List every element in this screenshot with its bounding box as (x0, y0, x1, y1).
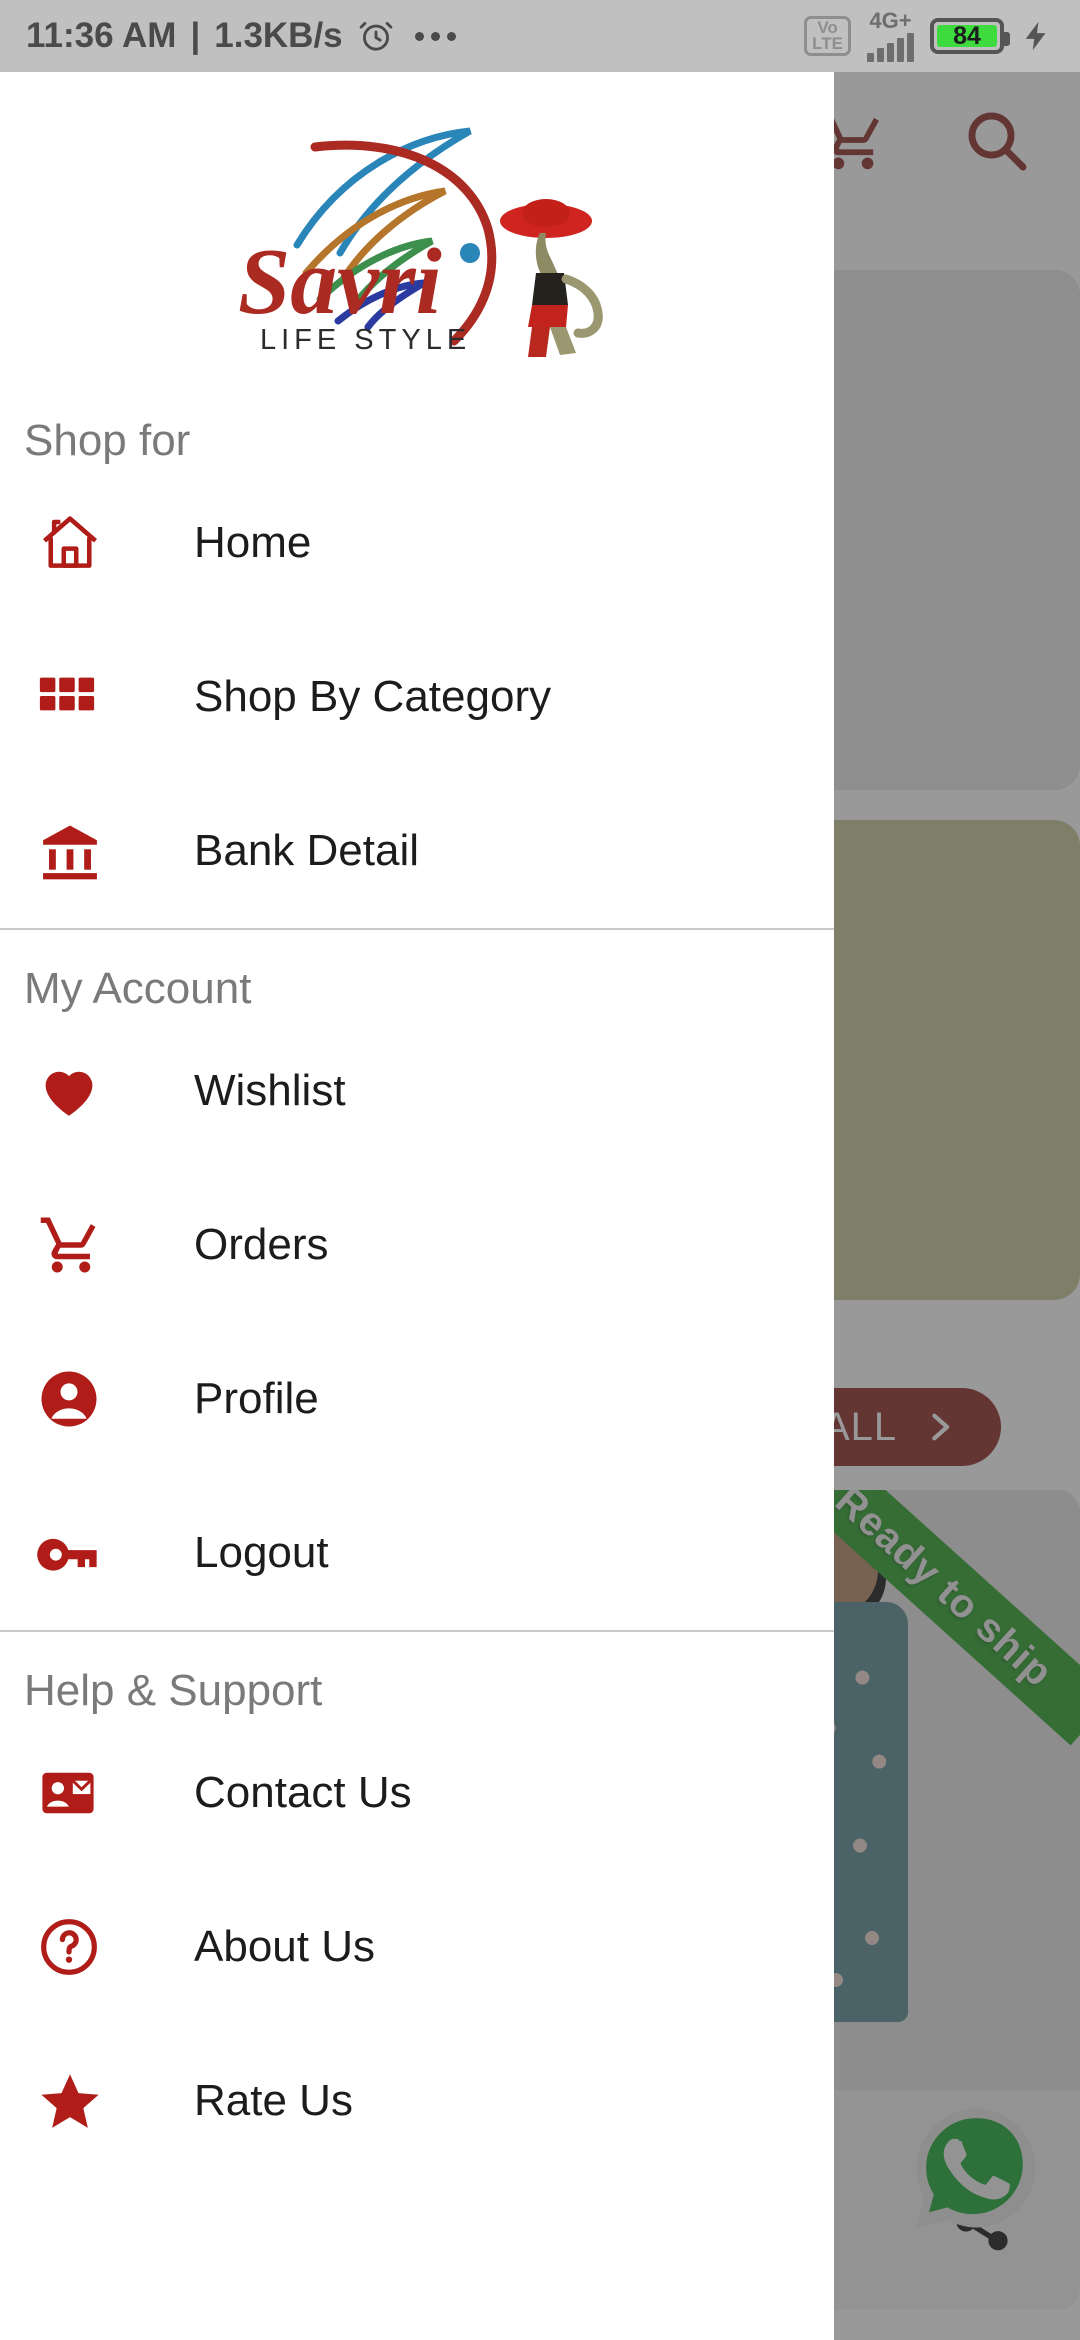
menu-label: Wishlist (194, 1066, 346, 1115)
navigation-drawer: Savri LIFE STYLE Shop for Home Shop By C… (0, 72, 834, 2340)
battery-icon: 84 (930, 18, 1010, 54)
more-dots-icon (414, 31, 456, 41)
network-type-label: 4G+ (869, 8, 912, 33)
menu-item-logout[interactable]: Logout (0, 1476, 834, 1630)
menu-item-wishlist[interactable]: Wishlist (0, 1014, 834, 1168)
menu-label: Bank Detail (194, 826, 420, 875)
network-speed: 1.3KB/s (214, 16, 343, 55)
section-title-help-support: Help & Support (24, 1666, 323, 1715)
alarm-icon (359, 21, 392, 51)
menu-item-rate-us[interactable]: Rate Us (0, 2024, 834, 2178)
svg-text:LIFE STYLE: LIFE STYLE (260, 324, 471, 356)
menu-label: Shop By Category (194, 672, 552, 721)
menu-label: About Us (194, 1922, 375, 1971)
section-title-my-account: My Account (24, 964, 252, 1013)
home-icon (36, 509, 134, 577)
section-title-shop-for: Shop for (24, 416, 191, 465)
contact-mail-icon (36, 1761, 134, 1825)
heart-icon (36, 1058, 134, 1124)
section-divider (0, 928, 834, 930)
drawer-logo: Savri LIFE STYLE (0, 72, 834, 402)
signal-bars-icon (867, 32, 914, 62)
menu-item-profile[interactable]: Profile (0, 1322, 834, 1476)
help-circle-icon (36, 1914, 134, 1980)
shopping-cart-icon (36, 1212, 134, 1278)
network-type-indicator: 4G+ (867, 10, 914, 62)
menu-item-bank-detail[interactable]: Bank Detail (0, 774, 834, 928)
status-separator: | (190, 16, 201, 55)
menu-item-home[interactable]: Home (0, 466, 834, 620)
svg-text:Savri: Savri (238, 230, 442, 334)
menu-item-about-us[interactable]: About Us (0, 1870, 834, 2024)
star-icon (36, 2067, 134, 2135)
lady-with-hat-icon (500, 199, 603, 357)
menu-item-shop-by-category[interactable]: Shop By Category (0, 620, 834, 774)
charging-bolt-icon (1025, 21, 1046, 51)
key-icon (36, 1519, 134, 1587)
battery-level: 84 (937, 22, 997, 50)
status-bar: 11:36 AM | 1.3KB/s Vo LTE 4G+ 84 (0, 0, 1080, 72)
person-circle-icon (36, 1366, 134, 1432)
menu-item-contact-us[interactable]: Contact Us (0, 1716, 834, 1870)
volte-icon: Vo LTE (804, 15, 851, 57)
phone-screen: Kurti SEE ALL Ready to ship 07 (0, 0, 1080, 2340)
status-bar-right: Vo LTE 4G+ 84 (804, 10, 1054, 62)
menu-label: Contact Us (194, 1768, 412, 1817)
menu-label: Home (194, 518, 312, 567)
status-time: 11:36 AM (26, 16, 177, 55)
savri-wing-logo: Savri LIFE STYLE (238, 127, 603, 357)
grid-category-icon (36, 666, 134, 728)
menu-label: Orders (194, 1220, 329, 1269)
menu-label: Profile (194, 1374, 319, 1423)
menu-item-orders[interactable]: Orders (0, 1168, 834, 1322)
bank-icon (36, 817, 134, 885)
menu-label: Logout (194, 1528, 329, 1577)
status-bar-left: 11:36 AM | 1.3KB/s (26, 16, 456, 56)
section-divider (0, 1630, 834, 1632)
menu-label: Rate Us (194, 2076, 353, 2125)
